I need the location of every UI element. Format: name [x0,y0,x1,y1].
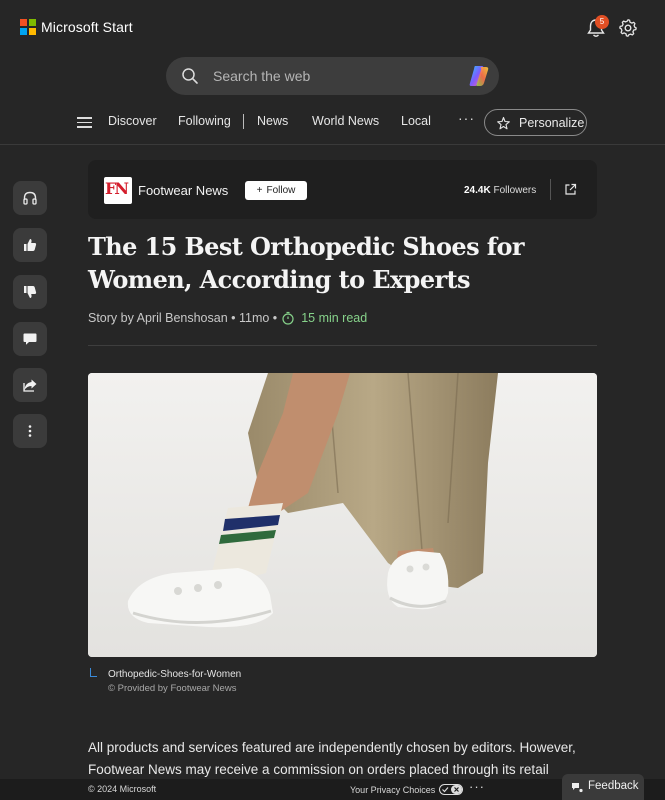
nav-more-button[interactable]: ··· [458,110,475,126]
search-input[interactable]: Search the web [213,68,310,84]
category-nav: Discover Following News World News Local… [0,108,665,136]
notification-count-badge: 5 [595,15,609,29]
caption-marker [90,668,97,677]
share-icon [23,379,37,392]
like-button[interactable] [13,228,47,262]
listen-button[interactable] [13,181,47,215]
copilot-icon[interactable] [466,63,492,89]
privacy-label: Your Privacy Choices [350,784,436,795]
headphones-icon [23,191,37,205]
followers-count: 24.4K Followers [464,185,536,196]
nav-item-discover[interactable]: Discover [108,114,157,128]
personalize-label: Personalize [519,116,585,130]
feedback-label: Feedback [588,780,639,792]
settings-gear-icon[interactable] [618,18,638,38]
followers-number: 24.4K [464,185,491,196]
article-title: The 15 Best Orthopedic Shoes for Women, … [88,232,525,294]
brand-name: Microsoft Start [41,19,133,35]
plus-icon: + [256,185,263,196]
publisher-name[interactable]: Footwear News [138,183,228,198]
nav-item-following[interactable]: Following [178,114,231,128]
comment-button[interactable] [13,322,47,356]
privacy-choices-link[interactable]: Your Privacy Choices [350,784,464,795]
thumbs-down-icon [24,286,37,298]
top-header: Microsoft Start 5 Search the web Discove… [0,0,665,145]
image-credit: © Provided by Footwear News [108,683,237,694]
nav-item-local[interactable]: Local [401,114,431,128]
brand-link[interactable]: Microsoft Start [20,19,133,35]
search-bar[interactable]: Search the web [166,57,499,95]
publisher-logo-text: FN [105,179,129,198]
feedback-button[interactable]: Feedback [562,774,644,800]
follow-button[interactable]: + Follow [245,181,307,200]
thumbs-up-icon [24,239,37,251]
followers-label: Followers [493,185,537,196]
publisher-logo[interactable]: FN [104,177,132,204]
article-hero-image[interactable] [88,373,597,657]
privacy-toggle-icon [439,784,464,795]
search-icon [182,68,198,84]
nav-item-news[interactable]: News [257,114,288,128]
article-byline: Story by April Benshosan • 11mo • 15 min… [88,311,367,325]
image-caption: Orthopedic-Shoes-for-Women [108,669,242,680]
article-body: All products and services featured are i… [88,740,576,777]
microsoft-logo-icon [20,19,36,35]
more-options-button[interactable] [13,414,47,448]
byline-divider [88,345,597,346]
copyright: © 2024 Microsoft [88,784,157,794]
feedback-icon [572,783,583,793]
timer-icon [282,311,294,325]
sparkle-star-icon [497,116,510,130]
share-button[interactable] [13,368,47,402]
footer-more-button[interactable]: ··· [469,779,485,794]
nav-divider [243,114,244,129]
follow-label: Follow [266,185,296,196]
comment-icon [23,333,37,345]
menu-icon[interactable] [77,117,92,128]
personalize-button[interactable]: Personalize [484,109,587,136]
open-external-icon[interactable] [564,183,577,196]
more-vertical-icon [28,425,32,437]
nav-item-world-news[interactable]: World News [312,114,379,128]
dislike-button[interactable] [13,275,47,309]
shoes-photo [88,373,597,657]
read-time: 15 min read [301,311,368,325]
byline-text: Story by April Benshosan • 11mo • [88,311,278,325]
card-divider [550,179,551,200]
